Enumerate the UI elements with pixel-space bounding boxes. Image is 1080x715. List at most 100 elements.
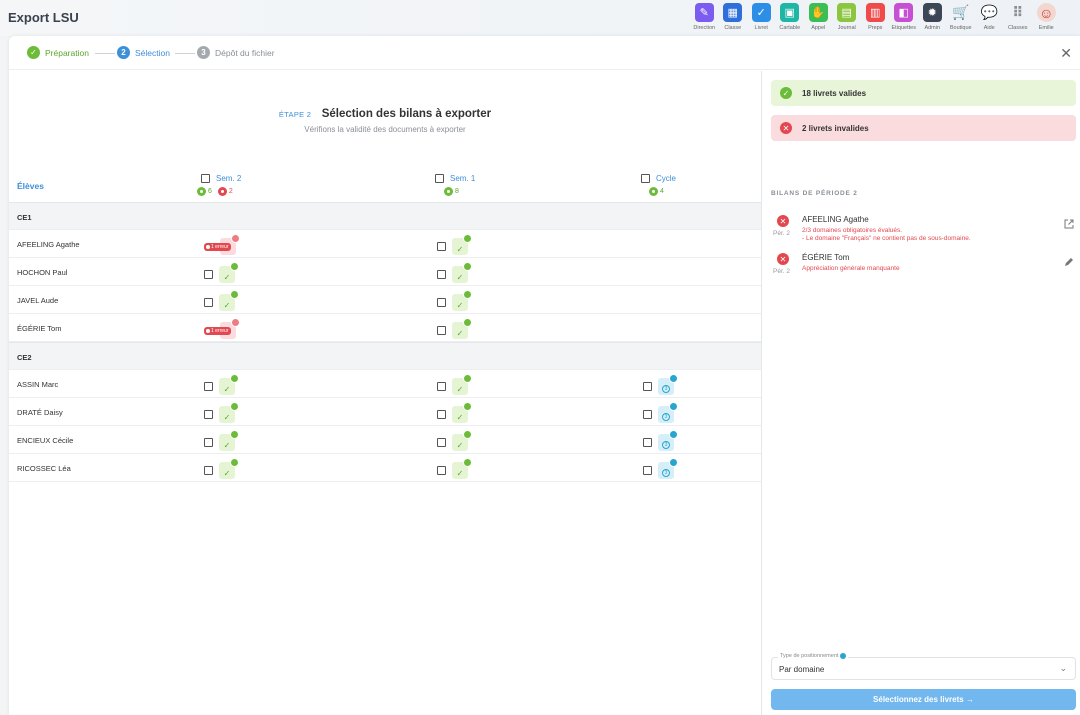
error-document[interactable]: 1 erreur: [204, 318, 240, 339]
select-checkbox[interactable]: [437, 298, 446, 307]
nav-item-etiquettes[interactable]: ◧ Etiquettes: [890, 3, 919, 31]
nav-item-appel[interactable]: ✋ Appel: [804, 3, 833, 31]
select-checkbox[interactable]: [437, 466, 446, 475]
select-checkbox[interactable]: [437, 242, 446, 251]
column-header-sem2[interactable]: Sem. 2: [201, 174, 241, 183]
column-header-cycle[interactable]: Cycle: [641, 174, 676, 183]
select-checkbox[interactable]: [204, 382, 213, 391]
eye-icon[interactable]: [230, 430, 239, 439]
error-document[interactable]: 1 erreur: [204, 234, 240, 255]
eye-icon[interactable]: [669, 374, 678, 383]
document-icon[interactable]: ✓: [452, 430, 472, 451]
nav-item-cartable[interactable]: ▣ Cartable: [776, 3, 805, 31]
nav-item-direction[interactable]: ✎ Direction: [690, 3, 719, 31]
select-checkbox[interactable]: [204, 438, 213, 447]
valid-count: 4: [660, 188, 664, 195]
document-icon[interactable]: 3: [658, 430, 678, 451]
student-name: JAVEL Aude: [17, 296, 59, 305]
select-booklets-button[interactable]: Sélectionnez des livrets →: [771, 689, 1076, 710]
document-icon[interactable]: ✓: [219, 458, 239, 479]
close-icon[interactable]: ✕: [1060, 45, 1072, 62]
eye-icon[interactable]: [231, 234, 240, 243]
select-checkbox[interactable]: [204, 298, 213, 307]
nav-item-aide[interactable]: 💬 Aide: [975, 3, 1004, 31]
eye-icon[interactable]: [230, 374, 239, 383]
eye-icon[interactable]: [463, 234, 472, 243]
step-selection[interactable]: 2 Sélection: [117, 46, 170, 59]
document-icon[interactable]: ✓: [452, 234, 472, 255]
error-circle-icon: ✕: [780, 122, 792, 134]
column-badges-sem2: 6 2: [197, 187, 233, 196]
select-checkbox[interactable]: [643, 382, 652, 391]
nav-label: Cartable: [779, 25, 801, 31]
eye-icon[interactable]: [669, 430, 678, 439]
eye-icon[interactable]: [463, 458, 472, 467]
edit-pencil-icon[interactable]: [1064, 257, 1074, 270]
select-checkbox[interactable]: [204, 270, 213, 279]
eye-icon[interactable]: [230, 458, 239, 467]
document-icon[interactable]: ✓: [219, 262, 239, 283]
select-checkbox[interactable]: [204, 466, 213, 475]
select-checkbox[interactable]: [643, 466, 652, 475]
document-icon[interactable]: ✓: [452, 318, 472, 339]
select-all-checkbox[interactable]: [201, 174, 210, 183]
select-all-checkbox[interactable]: [641, 174, 650, 183]
table-row: HOCHON Paul ✓ ✓: [9, 258, 761, 286]
document-icon[interactable]: ✓: [219, 402, 239, 423]
nav-item-livret[interactable]: ✓ Livret: [747, 3, 776, 31]
select-checkbox[interactable]: [437, 326, 446, 335]
nav-item-admin[interactable]: ✹ Admin: [918, 3, 947, 31]
invalid-item[interactable]: ✕ Pér. 2 ÉGÉRIE Tom Appréciation général…: [771, 253, 1076, 283]
select-checkbox[interactable]: [437, 410, 446, 419]
eye-icon[interactable]: [230, 290, 239, 299]
positioning-select[interactable]: Par domaine ⌄: [771, 657, 1076, 680]
cell-sem2: 1 erreur: [204, 233, 240, 255]
nav-item-classes[interactable]: ⠿ Classes: [1004, 3, 1033, 31]
document-icon[interactable]: ✓: [452, 262, 472, 283]
eye-icon[interactable]: [463, 318, 472, 327]
select-checkbox[interactable]: [437, 270, 446, 279]
eye-icon[interactable]: [669, 458, 678, 467]
nav-item-classe[interactable]: ▦ Classe: [719, 3, 748, 31]
eye-icon[interactable]: [463, 374, 472, 383]
table-row: AFEELING Agathe 1 erreur ✓: [9, 230, 761, 258]
error-badge: 1 erreur: [204, 327, 231, 335]
eye-icon[interactable]: [463, 430, 472, 439]
eye-icon[interactable]: [669, 402, 678, 411]
document-icon[interactable]: ✓: [219, 290, 239, 311]
step-preparation[interactable]: ✓ Préparation: [27, 46, 89, 59]
nav-item-preps[interactable]: ▥ Preps: [861, 3, 890, 31]
cell-sem2: ✓: [204, 429, 239, 451]
select-checkbox[interactable]: [437, 382, 446, 391]
info-icon[interactable]: [840, 653, 847, 659]
document-icon[interactable]: ✓: [452, 458, 472, 479]
select-checkbox[interactable]: [204, 410, 213, 419]
select-checkbox[interactable]: [643, 438, 652, 447]
page-title: Sélection des bilans à exporter: [321, 108, 492, 120]
select-checkbox[interactable]: [643, 410, 652, 419]
eye-icon[interactable]: [231, 318, 240, 327]
document-icon[interactable]: ✓: [452, 374, 472, 395]
document-icon[interactable]: 3: [658, 374, 678, 395]
nav-item-emilie[interactable]: ☺ Emilie: [1032, 3, 1061, 31]
eye-icon[interactable]: [230, 262, 239, 271]
document-icon[interactable]: ✓: [452, 402, 472, 423]
nav-item-journal[interactable]: ▤ Journal: [833, 3, 862, 31]
eye-icon[interactable]: [463, 290, 472, 299]
cell-sem2: ✓: [204, 261, 239, 283]
document-icon[interactable]: 3: [658, 402, 678, 423]
open-external-icon[interactable]: [1064, 219, 1074, 232]
nav-item-boutique[interactable]: 🛒 Boutique: [947, 3, 976, 31]
select-checkbox[interactable]: [437, 438, 446, 447]
eye-icon[interactable]: [230, 402, 239, 411]
document-icon[interactable]: 3: [658, 458, 678, 479]
eye-icon[interactable]: [463, 262, 472, 271]
document-icon[interactable]: ✓: [219, 430, 239, 451]
document-icon[interactable]: ✓: [452, 290, 472, 311]
document-icon[interactable]: ✓: [219, 374, 239, 395]
step-depot[interactable]: 3 Dépôt du fichier: [197, 46, 275, 59]
column-header-sem1[interactable]: Sem. 1: [435, 174, 475, 183]
eye-icon[interactable]: [463, 402, 472, 411]
invalid-item[interactable]: ✕ Pér. 2 AFEELING Agathe 2/3 domaines ob…: [771, 215, 1076, 251]
select-all-checkbox[interactable]: [435, 174, 444, 183]
